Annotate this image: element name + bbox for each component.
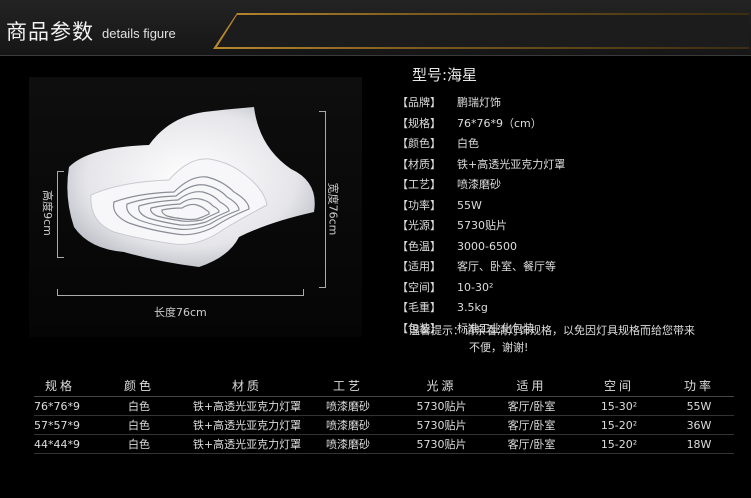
spec-row-material: 【材质】 铁+高透光亚克力灯罩 (397, 157, 566, 171)
table-row: 76*76*9 白色 铁+高透光亚克力灯罩 喷漆磨砂 5730贴片 客厅/卧室 … (34, 396, 734, 416)
table-cell: 客厅/卧室 (489, 396, 574, 416)
table-cell: 15-30² (574, 396, 664, 416)
spec-row-power: 【功率】 55W (397, 198, 482, 212)
spec-row-light-source: 【光源】 5730贴片 (397, 219, 507, 232)
table-header-row: 规格 颜色 材质 工艺 光源 适用 空间 功率 (34, 374, 734, 397)
table-header-cell: 空间 (574, 374, 664, 397)
table-cell: 57*57*9 (34, 415, 86, 435)
spec-row-space: 【空间】 10-30² (397, 280, 494, 294)
table-cell: 铁+高透光亚克力灯罩 (192, 396, 302, 416)
header-gold-ribbon (213, 13, 749, 49)
spec-row-color: 【颜色】 白色 (397, 137, 479, 150)
height-label: 高度9cm (40, 190, 54, 236)
table-cell: 5730贴片 (394, 396, 489, 416)
tip-note-line2: 不便，谢谢! (469, 341, 529, 354)
table-cell: 76*76*9 (34, 396, 86, 416)
table-row: 57*57*9 白色 铁+高透光亚克力灯罩 喷漆磨砂 5730贴片 客厅/卧室 … (34, 415, 734, 435)
table-cell: 铁+高透光亚克力灯罩 (192, 415, 302, 435)
table-header-cell: 功率 (664, 374, 734, 397)
header-bar: 商品参数 details figure (0, 0, 751, 56)
header-title-en: details figure (102, 26, 176, 41)
table-header-cell: 颜色 (86, 374, 192, 397)
table-row: 44*44*9 白色 铁+高透光亚克力灯罩 喷漆磨砂 5730贴片 客厅/卧室 … (34, 434, 734, 454)
table-cell: 喷漆磨砂 (302, 434, 394, 454)
table-cell: 36W (664, 415, 734, 435)
table-cell: 44*44*9 (34, 434, 86, 454)
table-cell: 喷漆磨砂 (302, 396, 394, 416)
table-header-cell: 适用 (489, 374, 574, 397)
table-cell: 白色 (86, 434, 192, 454)
table-header-cell: 工艺 (302, 374, 394, 397)
table-cell: 喷漆磨砂 (302, 415, 394, 435)
spec-row-process: 【工艺】 喷漆磨砂 (397, 178, 501, 191)
table-cell: 15-20² (574, 415, 664, 435)
tip-note-line1: 温馨提示：请亲看清灯饰规格，以免因灯具规格而给您带来 (409, 324, 695, 337)
spec-list: 【品牌】 鹏瑞灯饰 【规格】 76*76*9（cm） 【颜色】 白色 【材质】 铁+高透… (397, 93, 565, 339)
table-cell: 客厅/卧室 (489, 434, 574, 454)
table-cell: 白色 (86, 415, 192, 435)
table-header-cell: 材质 (192, 374, 302, 397)
table-header-cell: 光源 (394, 374, 489, 397)
length-dimension-line (57, 289, 304, 296)
width-label: 宽度76cm (326, 182, 340, 236)
table-cell: 5730贴片 (394, 415, 489, 435)
starfish-lamp-image (67, 107, 315, 267)
tip-note: 温馨提示：请亲看清灯饰规格，以免因灯具规格而给您带来 不便，谢谢! (409, 322, 695, 356)
model-title: 型号:海星 (412, 66, 478, 84)
table-header-cell: 规格 (34, 374, 86, 397)
table-cell: 铁+高透光亚克力灯罩 (192, 434, 302, 454)
product-photo: 高度9cm 宽度76cm 长度76cm (29, 77, 362, 337)
spec-table: 规格 颜色 材质 工艺 光源 适用 空间 功率 76*76*9 白色 铁+高透光… (34, 374, 734, 454)
spec-row-color-temp: 【色温】 3000-6500 (397, 239, 517, 253)
table-cell: 55W (664, 396, 734, 416)
spec-row-size: 【规格】 76*76*9（cm） (397, 116, 542, 130)
spec-row-weight: 【毛重】 3.5kg (397, 301, 488, 314)
spec-row-brand: 【品牌】 鹏瑞灯饰 (397, 96, 501, 109)
table-cell: 客厅/卧室 (489, 415, 574, 435)
header-title-cn: 商品参数 (6, 20, 94, 44)
table-cell: 5730贴片 (394, 434, 489, 454)
table-cell: 18W (664, 434, 734, 454)
table-cell: 白色 (86, 396, 192, 416)
length-label: 长度76cm (154, 306, 207, 319)
spec-row-usage: 【适用】 客厅、卧室、餐厅等 (397, 260, 556, 273)
table-cell: 15-20² (574, 434, 664, 454)
height-dimension-line (57, 171, 64, 258)
